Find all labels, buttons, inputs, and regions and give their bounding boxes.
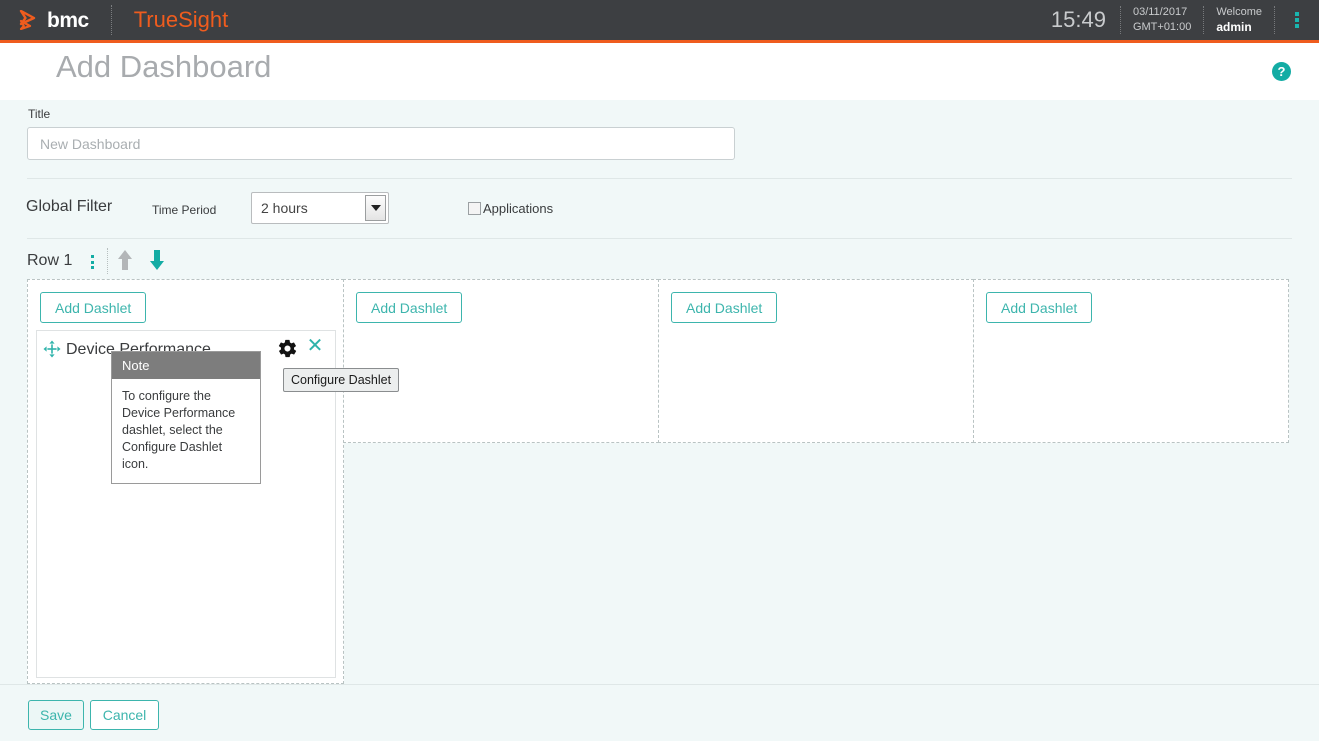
- topbar-spacer: [228, 0, 1037, 40]
- row-kebab-menu-icon[interactable]: [86, 253, 98, 271]
- caret-down-icon[interactable]: [365, 195, 386, 221]
- add-dashlet-button-2[interactable]: Add Dashlet: [356, 292, 462, 323]
- clock-display: 15:49: [1037, 0, 1120, 40]
- arrow-up-icon[interactable]: [112, 246, 138, 274]
- row-toolbar-divider: [107, 248, 108, 274]
- row-columns-container: Add Dashlet Device Performance: [27, 279, 1292, 684]
- gear-icon[interactable]: [277, 338, 298, 359]
- divider-below-title: [27, 178, 1292, 179]
- welcome-label: Welcome: [1216, 5, 1262, 20]
- current-date: 03/11/2017: [1133, 5, 1191, 20]
- add-dashlet-button-4[interactable]: Add Dashlet: [986, 292, 1092, 323]
- dashboard-editor-body: Title Global Filter Time Period 2 hours …: [0, 100, 1319, 684]
- current-timezone: GMT+01:00: [1133, 20, 1191, 35]
- time-period-select[interactable]: 2 hours: [251, 192, 389, 224]
- note-popup: Note To configure the Device Performance…: [111, 351, 261, 484]
- dashlet-column-4: Add Dashlet: [973, 279, 1289, 443]
- note-popup-body: To configure the Device Performance dash…: [112, 379, 260, 483]
- time-period-label: Time Period: [152, 203, 216, 217]
- brand-name: bmc: [47, 10, 89, 31]
- add-dashlet-button-3[interactable]: Add Dashlet: [671, 292, 777, 323]
- brand-block[interactable]: bmc: [0, 0, 111, 40]
- note-popup-header: Note: [112, 352, 260, 379]
- divider-below-filter: [27, 238, 1292, 239]
- dashlet-column-1: Add Dashlet Device Performance: [27, 279, 344, 684]
- product-name: TrueSight: [112, 0, 229, 40]
- username-label: admin: [1216, 20, 1262, 35]
- save-button[interactable]: Save: [28, 700, 84, 730]
- row-label: Row 1: [27, 252, 72, 270]
- user-block[interactable]: Welcome admin: [1204, 0, 1274, 40]
- page-title: Add Dashboard: [56, 49, 271, 85]
- applications-checkbox[interactable]: [468, 202, 481, 215]
- footer-action-bar: Save Cancel: [0, 684, 1319, 741]
- dashlet-column-3: Add Dashlet: [658, 279, 974, 443]
- top-navigation-bar: bmc TrueSight 15:49 03/11/2017 GMT+01:00…: [0, 0, 1319, 40]
- kebab-menu-icon[interactable]: [1275, 0, 1319, 40]
- title-input[interactable]: [27, 127, 735, 160]
- date-timezone-block: 03/11/2017 GMT+01:00: [1121, 0, 1203, 40]
- help-circle-icon[interactable]: ?: [1272, 62, 1291, 81]
- arrow-down-icon[interactable]: [144, 246, 170, 274]
- applications-label[interactable]: Applications: [483, 201, 553, 216]
- bmc-logo-icon: [18, 10, 40, 30]
- move-cross-arrows-icon[interactable]: [43, 340, 61, 358]
- page-header: Add Dashboard: [0, 43, 1319, 100]
- configure-dashlet-tooltip: Configure Dashlet: [283, 368, 399, 392]
- close-x-icon[interactable]: ✕: [305, 337, 325, 357]
- title-field-label: Title: [28, 107, 50, 121]
- global-filter-label: Global Filter: [26, 198, 112, 216]
- dashlet-column-2: Add Dashlet: [343, 279, 659, 443]
- cancel-button[interactable]: Cancel: [90, 700, 159, 730]
- add-dashlet-button-1[interactable]: Add Dashlet: [40, 292, 146, 323]
- time-period-value: 2 hours: [252, 193, 365, 223]
